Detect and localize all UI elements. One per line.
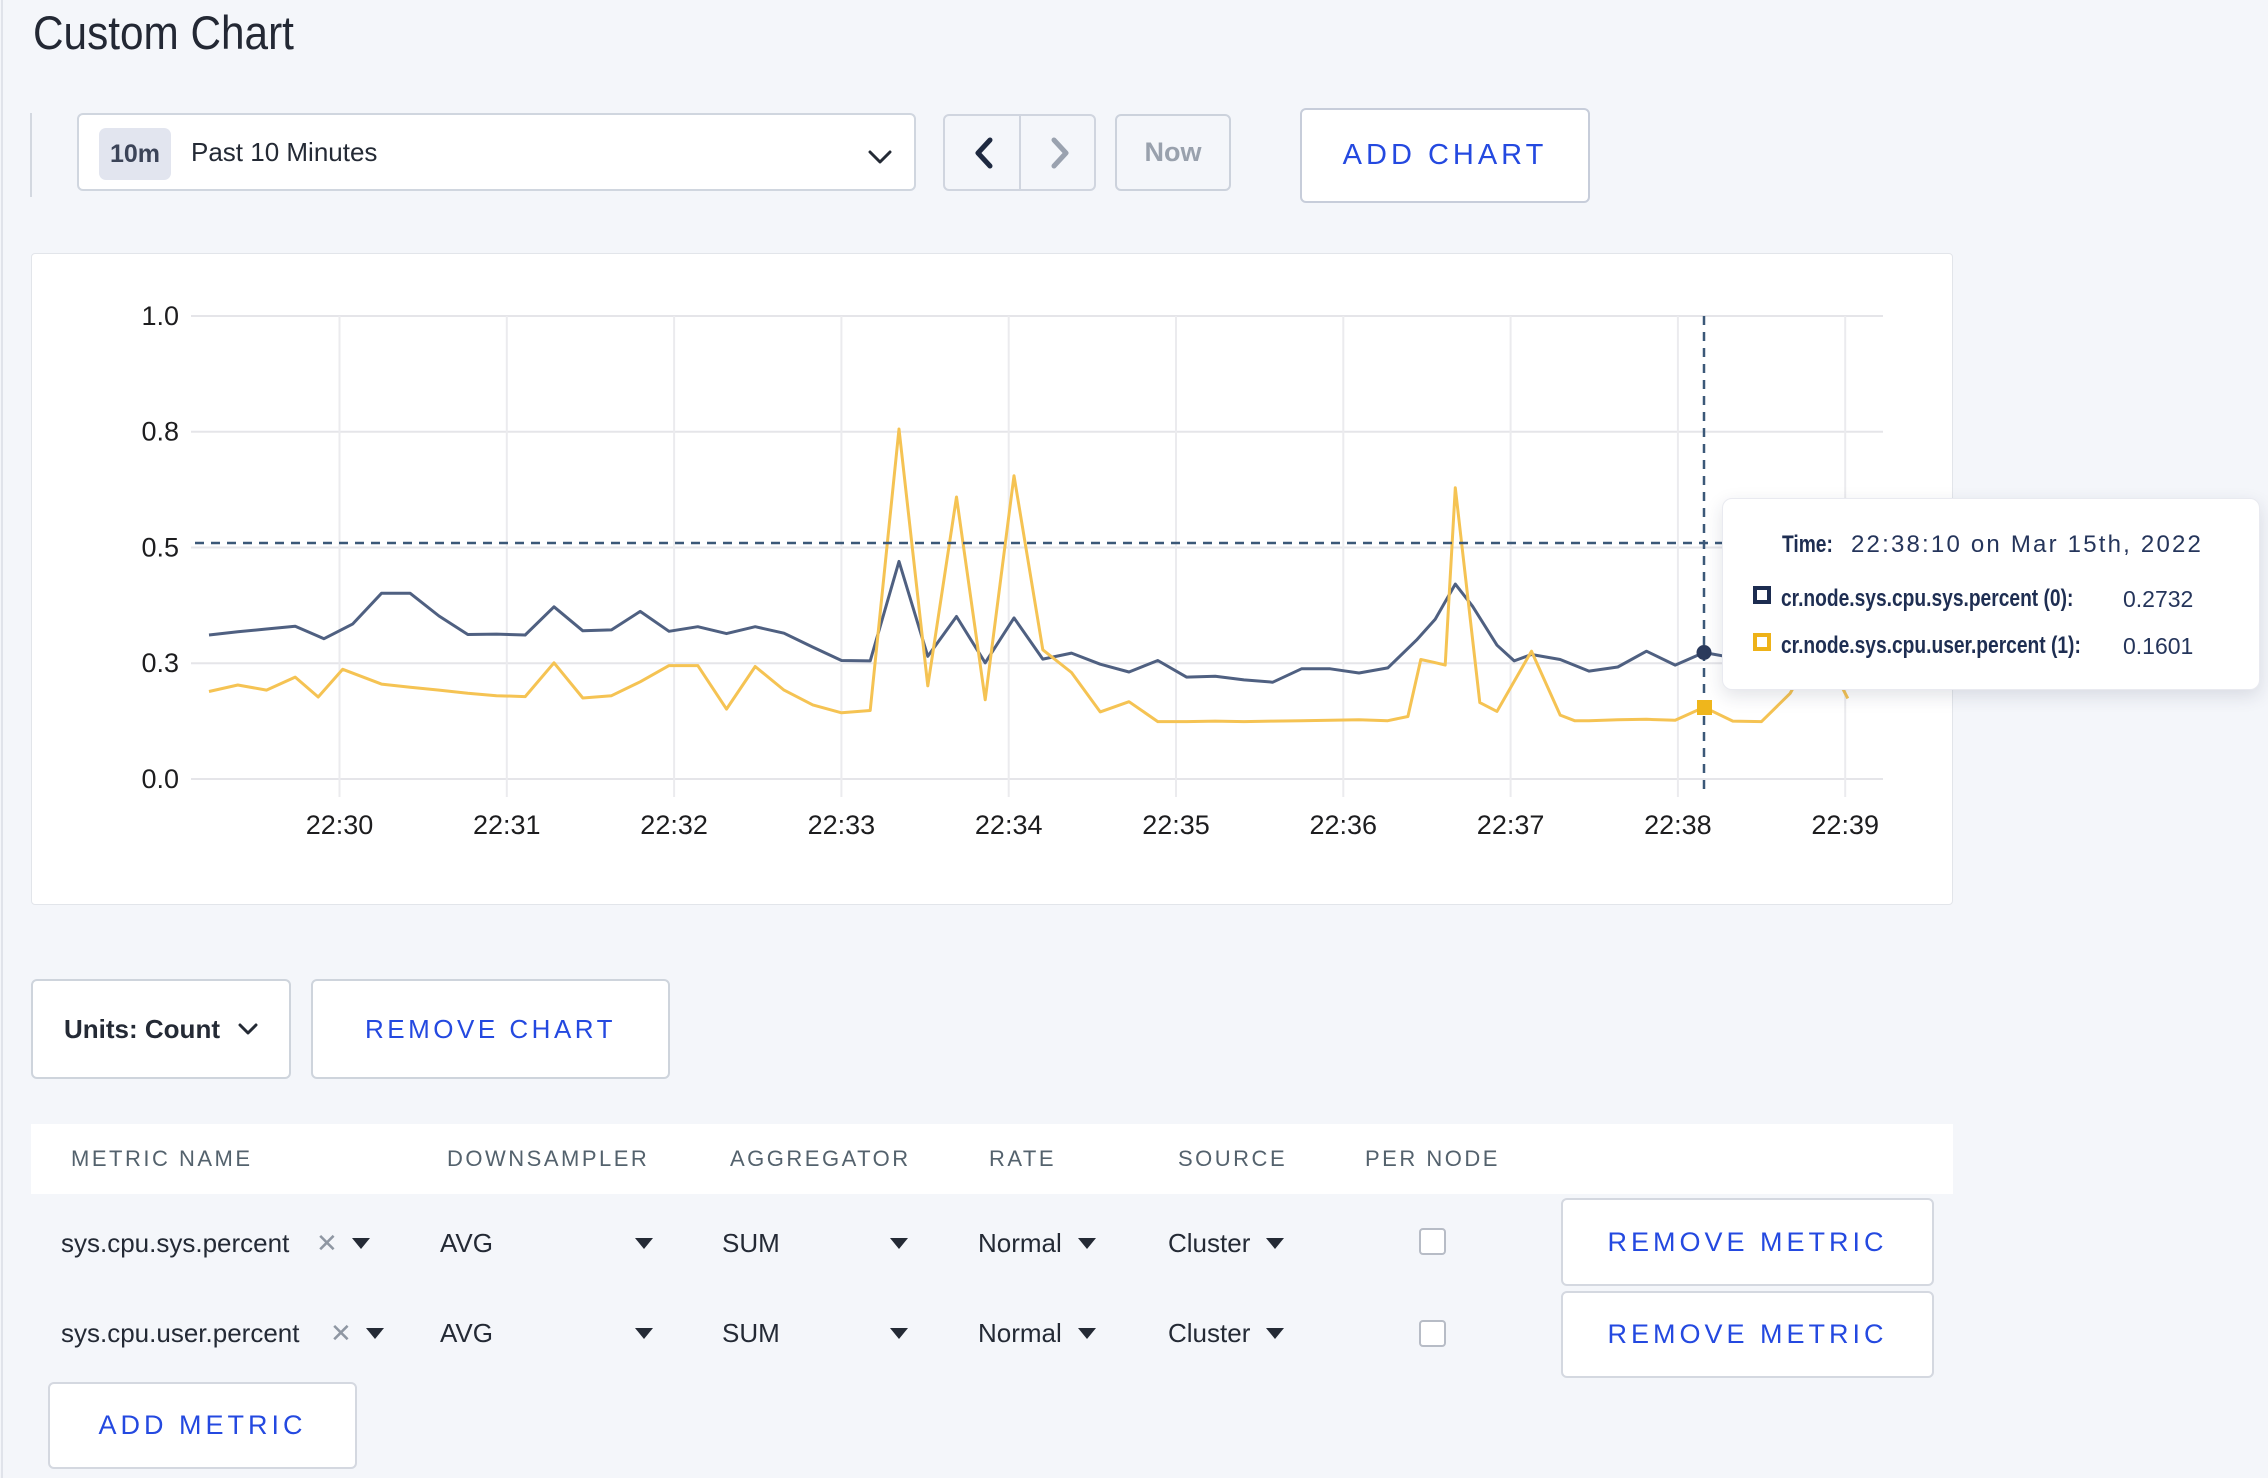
svg-text:1.0: 1.0 xyxy=(141,301,179,331)
svg-text:0.3: 0.3 xyxy=(141,648,179,678)
svg-text:22:34: 22:34 xyxy=(975,810,1043,840)
svg-text:22:35: 22:35 xyxy=(1142,810,1210,840)
svg-text:22:31: 22:31 xyxy=(473,810,541,840)
svg-text:0.0: 0.0 xyxy=(141,764,179,794)
svg-text:22:38: 22:38 xyxy=(1644,810,1712,840)
svg-text:22:37: 22:37 xyxy=(1477,810,1545,840)
svg-text:22:36: 22:36 xyxy=(1310,810,1378,840)
svg-text:22:30: 22:30 xyxy=(306,810,374,840)
svg-text:0.5: 0.5 xyxy=(141,533,179,563)
svg-text:22:33: 22:33 xyxy=(808,810,876,840)
svg-text:0.8: 0.8 xyxy=(141,417,179,447)
svg-text:22:39: 22:39 xyxy=(1811,810,1879,840)
svg-text:22:32: 22:32 xyxy=(640,810,708,840)
